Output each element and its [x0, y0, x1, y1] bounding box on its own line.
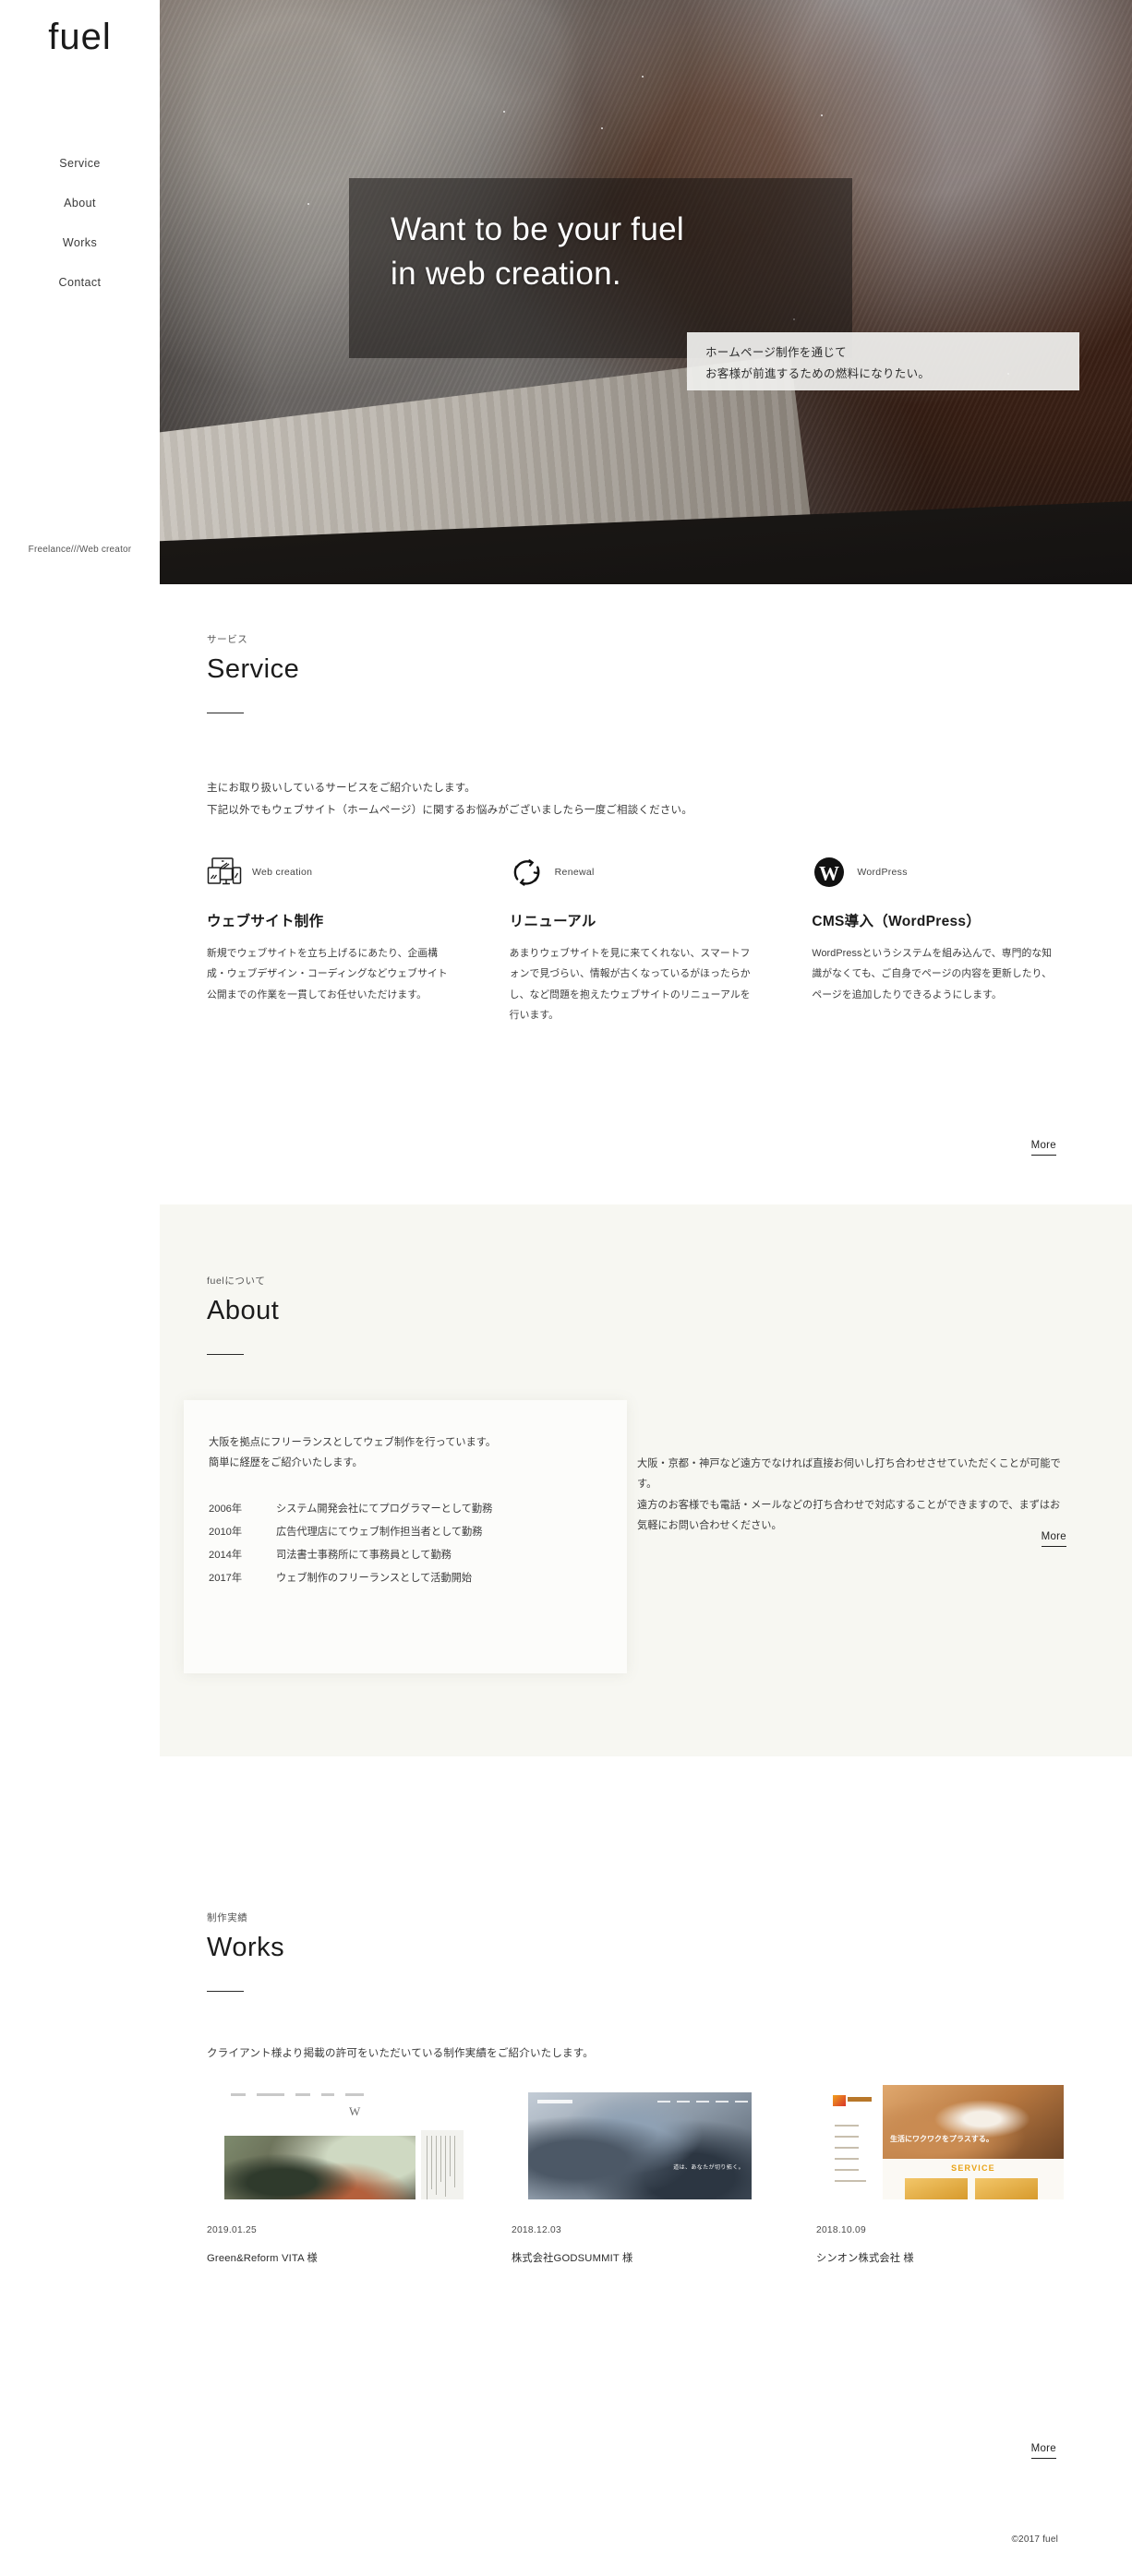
- service-more-button[interactable]: More: [1030, 1140, 1056, 1156]
- thumb-heading: 生活にワクワクをプラスする。: [890, 2135, 994, 2143]
- thumb-vertical-text: [421, 2130, 464, 2199]
- service-title: Service: [207, 654, 300, 684]
- service-card[interactable]: W WordPress CMS導入（WordPress） WordPressとい…: [812, 854, 1056, 1026]
- about-history-list: 2006年 システム開発会社にてプログラマーとして勤務 2010年 広告代理店に…: [209, 1498, 606, 1591]
- synon-site-thumbnail[interactable]: 生活にワクワクをプラスする。 SERVICE: [816, 2075, 1073, 2199]
- work-date: 2019.01.25: [207, 2225, 257, 2235]
- service-kicker: サービス: [207, 634, 248, 645]
- service-header: サービス Service: [207, 632, 300, 714]
- work-item[interactable]: 道は、あなたが切り拓く。 ABOUT Attend our GOOD SUMMI…: [512, 2075, 768, 2265]
- service-card-en-label: Web creation: [252, 867, 313, 878]
- service-card-head: W WordPress: [812, 854, 1056, 891]
- thumb-logo: [343, 2103, 375, 2128]
- thumb-hero-caption: 道は、あなたが切り拓く。: [673, 2165, 744, 2171]
- history-text: システム開発会社にてプログラマーとして勤務: [276, 1503, 493, 1515]
- thumb-hero-photo: [883, 2085, 1064, 2159]
- works-title: Works: [207, 1933, 285, 1962]
- nav-item-about[interactable]: About: [0, 187, 160, 219]
- thumb-service-cards: [905, 2178, 1038, 2199]
- history-row: 2014年 司法書士事務所にて事務員として勤務: [209, 1544, 606, 1567]
- wordpress-icon: W: [812, 855, 847, 890]
- service-card-title: リニューアル: [509, 914, 596, 929]
- hero-section: Want to be your fuel in web creation. ホー…: [160, 0, 1132, 584]
- history-year: 2014年: [209, 1550, 243, 1562]
- about-profile-card: 大阪を拠点にフリーランスとしてウェブ制作を行っています。 簡単に経歴をご紹介いた…: [184, 1400, 627, 1673]
- history-text: ウェブ制作のフリーランスとして活動開始: [276, 1573, 473, 1585]
- works-divider: [207, 1991, 244, 1993]
- service-lead: 主にお取り扱いしているサービスをご紹介いたします。 下記以外でもウェブサイト（ホ…: [207, 783, 692, 816]
- refresh-circle-icon: [510, 855, 545, 890]
- nav-item-service[interactable]: Service: [0, 148, 160, 179]
- work-item[interactable]: 生活にワクワクをプラスする。 SERVICE 2018.10.09 シンオン株式…: [816, 2075, 1073, 2265]
- thumb-logo-text: [848, 2097, 872, 2102]
- service-card[interactable]: Web creation ウェブサイト制作 新規でウェブサイトを立ち上げるにあた…: [207, 854, 452, 1026]
- vita-site-thumbnail[interactable]: [207, 2075, 464, 2199]
- nav-item-works[interactable]: Works: [0, 227, 160, 258]
- footer: ©2017 fuel: [0, 2494, 1132, 2576]
- history-year: 2006年: [209, 1503, 243, 1515]
- service-card[interactable]: Renewal リニューアル あまりウェブサイトを見に来てくれない、スマートフォ…: [510, 854, 754, 1026]
- about-description: 大阪・京都・神戸など遠方でなければ直接お伺いし打ち合わせさせていただくことが可能…: [637, 1458, 1061, 1532]
- about-kicker: fuelについて: [207, 1276, 266, 1287]
- copyright-text: ©2017 fuel: [1011, 2534, 1058, 2545]
- work-date: 2018.10.09: [816, 2225, 866, 2235]
- work-client: Green&Reform VITA 様: [207, 2253, 318, 2264]
- service-card-head: Web creation: [207, 854, 452, 891]
- godsummit-site-thumbnail[interactable]: 道は、あなたが切り拓く。 ABOUT Attend our GOOD SUMMI…: [512, 2075, 768, 2199]
- about-title: About: [207, 1296, 280, 1325]
- service-card-en-label: WordPress: [857, 867, 908, 878]
- history-row: 2010年 広告代理店にてウェブ制作担当者として勤務: [209, 1521, 606, 1544]
- thumb-hero-photo: [224, 2136, 415, 2199]
- hero-subtitle: ホームページ制作を通じて お客様が前進するための燃料になりたい。: [705, 346, 931, 381]
- thumb-hero-photo: [528, 2092, 752, 2199]
- thumb-brand-mark: [537, 2100, 572, 2103]
- works-more-button[interactable]: More: [1030, 2443, 1056, 2459]
- history-row: 2017年 ウェブ制作のフリーランスとして活動開始: [209, 1567, 606, 1590]
- works-header: 制作実績 Works: [207, 1911, 285, 1993]
- service-card-body: あまりウェブサイトを見に来てくれない、スマートフォンで見づらい、情報が古くなって…: [509, 948, 751, 1022]
- sidebar: fuel Service About Works Contact Freelan…: [0, 0, 160, 2576]
- hero-title: Want to be your fuel in web creation.: [391, 211, 684, 293]
- thumb-service-label: SERVICE: [951, 2163, 995, 2173]
- service-card-title: ウェブサイト制作: [207, 914, 324, 929]
- thumb-logo: [833, 2095, 846, 2106]
- service-card-list: Web creation ウェブサイト制作 新規でウェブサイトを立ち上げるにあた…: [207, 854, 1056, 1026]
- thumb-nav: [231, 2093, 364, 2096]
- about-header: fuelについて About: [207, 1274, 280, 1356]
- history-text: 司法書士事務所にて事務員として勤務: [276, 1550, 452, 1562]
- work-client: シンオン株式会社 様: [816, 2253, 914, 2264]
- main-nav: Service About Works Contact: [0, 148, 160, 298]
- thumb-nav: [835, 2125, 866, 2191]
- service-card-title: CMS導入（WordPress）: [812, 914, 981, 929]
- sidebar-tagline: Freelance///Web creator: [28, 545, 132, 555]
- service-section: サービス Service 主にお取り扱いしているサービスをご紹介いたします。 下…: [0, 584, 1132, 1204]
- thumb-nav: [657, 2101, 748, 2103]
- works-kicker: 制作実績: [207, 1912, 248, 1923]
- history-year: 2010年: [209, 1527, 243, 1539]
- about-intro-text: 大阪を拠点にフリーランスとしてウェブ制作を行っています。 簡単に経歴をご紹介いた…: [209, 1437, 497, 1469]
- site-logo[interactable]: fuel: [0, 17, 160, 58]
- thumb-sidebar: [824, 2086, 877, 2197]
- works-section: 制作実績 Works クライアント様より掲載の許可をいただいている制作実績をご紹…: [0, 1848, 1132, 2494]
- service-card-en-label: Renewal: [554, 867, 595, 878]
- service-card-head: Renewal: [510, 854, 754, 891]
- history-text: 広告代理店にてウェブ制作担当者として勤務: [276, 1527, 483, 1539]
- nav-item-contact[interactable]: Contact: [0, 267, 160, 298]
- about-right-column: 大阪・京都・神戸など遠方でなければ直接お伺いし打ち合わせさせていただくことが可能…: [637, 1454, 1066, 1537]
- work-date: 2018.12.03: [512, 2225, 561, 2235]
- about-more-button[interactable]: More: [1041, 1531, 1066, 1547]
- svg-text:W: W: [819, 862, 839, 885]
- monitor-devices-icon: [207, 855, 242, 890]
- about-divider: [207, 1354, 244, 1356]
- service-card-body: 新規でウェブサイトを立ち上げるにあたり、企画構成・ウェブデザイン・コーディングな…: [207, 948, 448, 1000]
- work-item[interactable]: 2019.01.25 Green&Reform VITA 様: [207, 2075, 464, 2265]
- history-row: 2006年 システム開発会社にてプログラマーとして勤務: [209, 1498, 606, 1521]
- service-card-body: WordPressというシステムを組み込んで、専門的な知識がなくても、ご自身でペ…: [812, 948, 1053, 1000]
- history-year: 2017年: [209, 1573, 243, 1585]
- works-grid: 2019.01.25 Green&Reform VITA 様 道は、あなたが切り…: [207, 2075, 1075, 2265]
- work-client: 株式会社GODSUMMIT 様: [512, 2253, 633, 2264]
- about-section: fuelについて About 大阪を拠点にフリーランスとしてウェブ制作を行ってい…: [0, 1204, 1132, 1848]
- works-lead: クライアント様より掲載の許可をいただいている制作実績をご紹介いたします。: [207, 2048, 595, 2059]
